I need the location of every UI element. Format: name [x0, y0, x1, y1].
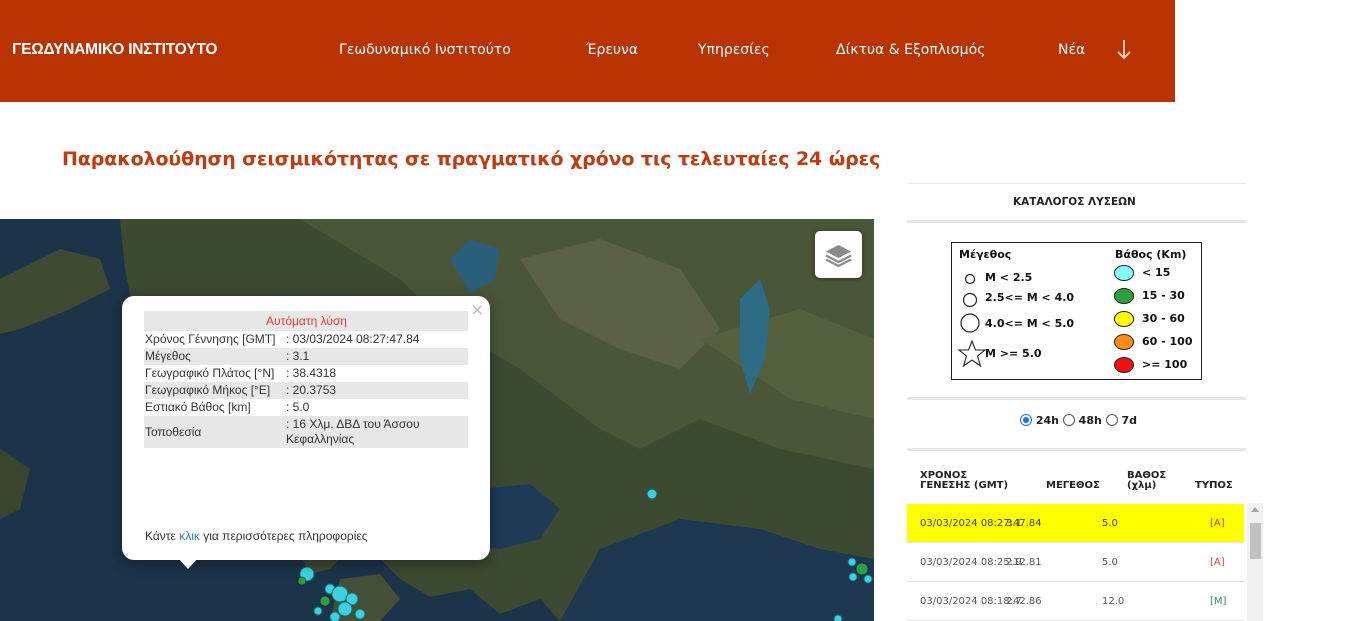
legend-depth-item: 60 - 100: [1142, 335, 1193, 348]
close-icon[interactable]: ×: [471, 300, 484, 319]
site-brand[interactable]: ΓΕΩΔΥΝΑΜΙΚΟ ΙΝΣΤΙΤΟΥΤΟ: [12, 41, 217, 59]
cell-time: 03/03/2024 08:18:42.86: [920, 596, 1042, 607]
period-radio-7d[interactable]: [1105, 414, 1118, 426]
depth-dot-icon: [1114, 334, 1134, 350]
divider: [907, 397, 1246, 400]
column-header-depth[interactable]: ΒΑΘΟΣ (χλμ): [1127, 471, 1166, 491]
layers-icon: [825, 245, 852, 268]
field-value: : 5.0: [286, 400, 310, 414]
field-value: : 16 Χλμ. ΔΒΔ του Άσσου Κεφαλληνίας: [285, 416, 468, 448]
period-radio-24h[interactable]: [1020, 414, 1032, 426]
cell-type: [A]: [1210, 518, 1225, 529]
field-label: Μέγεθος: [144, 348, 285, 365]
popup-heading: Αυτόματη λύση: [144, 311, 468, 331]
more-suffix: για περισσότερες πληροφορίες: [199, 529, 368, 543]
more-info-link[interactable]: κλικ: [179, 529, 200, 543]
depth-dot-icon: [1114, 288, 1134, 304]
column-header-type[interactable]: ΤΥΠΟΣ: [1195, 481, 1233, 491]
cell-type: [A]: [1210, 557, 1225, 568]
period-radio-48h[interactable]: [1062, 414, 1075, 426]
star-icon: [957, 339, 987, 368]
nav-item-networks-equipment[interactable]: Δίκτυα & Εξοπλισμός: [836, 42, 985, 58]
column-header-magnitude[interactable]: ΜΕΓΕΘΟΣ: [1046, 481, 1100, 491]
more-prefix: Κάντε: [145, 529, 180, 543]
event-details-table: Αυτόματη λύση Χρόνος Γέννησης [GMT] : 03/…: [144, 311, 468, 448]
cell-type: [M]: [1210, 596, 1227, 607]
popup-tip: [178, 558, 198, 569]
cell-time: 03/03/2024 08:27:47.84: [920, 518, 1042, 529]
cell-depth: 5.0: [1102, 557, 1118, 568]
large-circle-icon: [960, 313, 980, 333]
field-label: Γεωγραφικό Πλάτος [°N]: [145, 366, 275, 380]
period-label: 24h: [1035, 414, 1059, 427]
field-value: : 38.4318: [286, 366, 337, 380]
field-label: Χρόνος Γέννησης [GMT]: [145, 332, 276, 346]
cell-magnitude: 2.9: [1006, 557, 1022, 568]
divider: [907, 183, 1246, 184]
arrow-down-icon[interactable]: [1116, 38, 1132, 62]
period-label: 48h: [1078, 414, 1102, 427]
table-row[interactable]: 03/03/2024 08:27:47.84 3.1 5.0 [A]: [907, 504, 1244, 543]
map-layers-button[interactable]: [815, 231, 862, 278]
event-popup: × Αυτόματη λύση Χρόνος Γέννησης [GMT] : 0…: [122, 296, 490, 560]
period-selector: 24h 48h 7d: [1020, 414, 1137, 427]
catalog-title: ΚΑΤΑΛΟΓΟΣ ΛΥΣΕΩΝ: [1013, 196, 1136, 208]
cell-depth: 12.0: [1102, 596, 1125, 607]
field-label: Γεωγραφικό Μήκος [°E]: [144, 382, 285, 399]
legend-depth-item: >= 100: [1142, 358, 1188, 371]
nav-item-geodynamic-institute[interactable]: Γεωδυναμικό Ινστιτούτο: [339, 42, 511, 58]
top-navigation-bar: ΓΕΩΔΥΝΑΜΙΚΟ ΙΝΣΤΙΤΟΥΤΟ Γεωδυναμικό Ινστι…: [0, 0, 1175, 102]
field-value: : 03/03/2024 08:27:47.84: [286, 332, 420, 346]
legend-depth-item: < 15: [1142, 266, 1171, 279]
scroll-up-icon[interactable]: [1251, 507, 1259, 512]
table-row[interactable]: 03/03/2024 08:18:42.86 2.7 12.0 [M]: [907, 582, 1244, 621]
medium-circle-icon: [962, 292, 978, 308]
table-row[interactable]: 03/03/2024 08:25:12.81 2.9 5.0 [A]: [907, 543, 1244, 582]
nav-item-research[interactable]: Έρευνα: [586, 42, 638, 58]
field-value: : 3.1: [285, 348, 468, 365]
column-header-time[interactable]: ΧΡΟΝΟΣ ΓΕΝΕΣΗΣ (GMT): [920, 471, 1008, 491]
header-line: (χλμ): [1127, 480, 1157, 491]
nav-item-news[interactable]: Νέα: [1058, 42, 1085, 58]
divider: [907, 448, 1246, 451]
cell-magnitude: 3.1: [1006, 518, 1022, 529]
cell-time: 03/03/2024 08:25:12.81: [920, 557, 1042, 568]
depth-dot-icon: [1114, 311, 1134, 327]
field-label: Τοποθεσία: [144, 416, 285, 448]
legend-depth-item: 30 - 60: [1142, 312, 1185, 325]
legend-mag-item: 2.5<= M < 4.0: [985, 291, 1075, 304]
legend-mag-item: 4.0<= M < 5.0: [985, 317, 1075, 330]
page-title: Παρακολούθηση σεισμικότητας σε πραγματικ…: [62, 148, 881, 170]
depth-dot-icon: [1114, 265, 1134, 281]
page: ΓΕΩΔΥΝΑΜΙΚΟ ΙΝΣΤΙΤΟΥΤΟ Γεωδυναμικό Ινστι…: [0, 0, 1360, 621]
scroll-thumb[interactable]: [1250, 523, 1261, 559]
nav-item-services[interactable]: Υπηρεσίες: [698, 42, 770, 58]
field-label: Εστιακό Βάθος [km]: [145, 400, 251, 414]
legend-mag-item: M >= 5.0: [985, 347, 1042, 360]
field-value: : 20.3753: [285, 382, 468, 399]
depth-dot-icon: [1114, 357, 1134, 373]
legend-depth-item: 15 - 30: [1142, 289, 1185, 302]
more-info-text: Κάντε κλικ για περισσότερες πληροφορίες: [145, 529, 368, 543]
cell-depth: 5.0: [1102, 518, 1118, 529]
table-scrollbar[interactable]: [1247, 503, 1263, 621]
period-label: 7d: [1121, 414, 1138, 427]
legend-box: Μέγεθος Βάθος (Km) M < 2.5 2.5<= M < 4.0…: [951, 242, 1202, 380]
divider: [907, 220, 1246, 223]
cell-magnitude: 2.7: [1006, 596, 1022, 607]
small-circle-icon: [964, 273, 976, 285]
legend-mag-item: M < 2.5: [985, 271, 1033, 284]
header-line: ΓΕΝΕΣΗΣ (GMT): [920, 480, 1009, 491]
